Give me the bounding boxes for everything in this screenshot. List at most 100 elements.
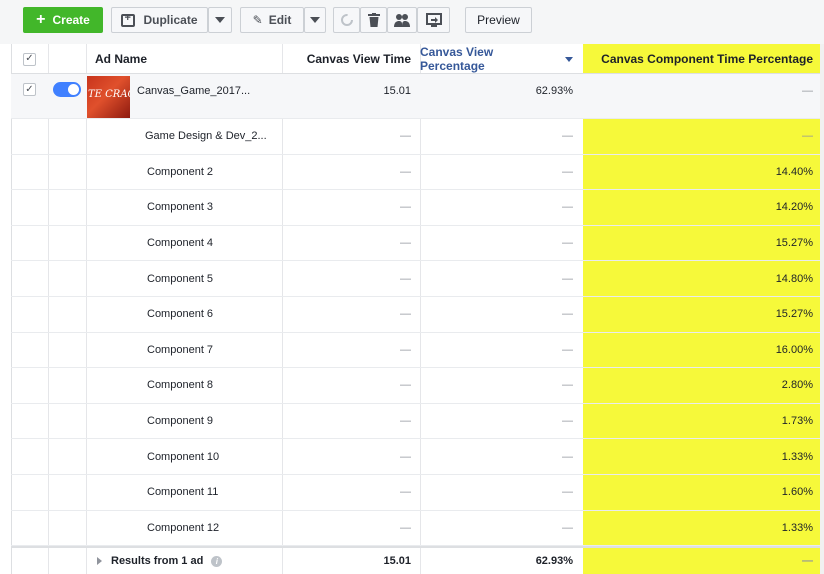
table-row[interactable]: Component 8 — — 2.80%: [11, 368, 824, 404]
component-name: Component 8: [147, 379, 214, 392]
cell-canvas-view-percentage: 62.93%: [535, 85, 573, 97]
cell-canvas-component-time-percentage: 14.80%: [775, 272, 813, 285]
component-name: Component 4: [147, 237, 214, 250]
cell-canvas-view-percentage: —: [562, 450, 573, 463]
duplicate-label: Duplicate: [143, 13, 198, 27]
table-row[interactable]: Component 2 — — 14.40%: [11, 155, 824, 191]
cell-canvas-component-time-percentage: 16.00%: [775, 343, 813, 356]
duplicate-icon: [121, 12, 136, 27]
cell-canvas-view-percentage: —: [562, 343, 573, 356]
footer-canvas-component-time-percentage: —: [802, 555, 813, 567]
table-row[interactable]: Game Design & Dev_2... — — —: [11, 119, 824, 155]
cell-canvas-component-time-percentage: 1.33%: [781, 521, 813, 534]
expand-triangle-icon[interactable]: [97, 557, 102, 565]
table-row-main[interactable]: ✓ TE CRACKD Canvas_Game_2017... 15.01 62…: [11, 74, 824, 119]
cell-canvas-view-percentage: —: [562, 272, 573, 285]
cell-canvas-view-time: 15.01: [383, 85, 411, 97]
table-row[interactable]: Component 4 — — 15.27%: [11, 226, 824, 262]
refresh-button[interactable]: [333, 7, 360, 33]
cell-canvas-view-time: —: [400, 237, 411, 250]
table-row[interactable]: Component 7 — — 16.00%: [11, 333, 824, 369]
info-icon[interactable]: i: [211, 555, 223, 567]
select-all-checkbox[interactable]: ✓: [23, 52, 36, 66]
cell-canvas-component-time-percentage: —: [802, 85, 813, 97]
cell-canvas-view-time: —: [400, 308, 411, 321]
cell-canvas-view-percentage: —: [562, 130, 573, 143]
cell-canvas-component-time-percentage: 2.80%: [781, 379, 813, 392]
component-name: Component 10: [147, 450, 220, 463]
header-ad-name[interactable]: Ad Name: [95, 44, 282, 74]
header-canvas-view-percentage[interactable]: Canvas View Percentage: [420, 44, 583, 74]
table-row[interactable]: Component 10 — — 1.33%: [11, 439, 824, 475]
footer-results: Results from 1 ad i: [97, 548, 284, 574]
trash-icon: [367, 13, 380, 27]
header-canvas-view-percentage-label: Canvas View Percentage: [420, 45, 494, 73]
cell-canvas-component-time-percentage: 15.27%: [775, 308, 813, 321]
table-row[interactable]: Component 9 — — 1.73%: [11, 404, 824, 440]
cell-canvas-component-time-percentage: 1.60%: [781, 486, 813, 499]
chevron-down-icon: [215, 17, 225, 23]
duplicate-dropdown-button[interactable]: [208, 7, 232, 33]
header-canvas-view-time[interactable]: Canvas View Time: [282, 44, 420, 74]
scrollbar[interactable]: [820, 44, 824, 574]
preview-screen-button[interactable]: [417, 7, 450, 33]
cell-canvas-component-time-percentage: 15.27%: [775, 237, 813, 250]
cell-canvas-view-time: —: [400, 201, 411, 214]
chevron-down-icon: [310, 17, 320, 23]
table-row[interactable]: Component 6 — — 15.27%: [11, 297, 824, 333]
audience-button[interactable]: [387, 7, 417, 33]
component-name: Component 2: [147, 165, 214, 178]
delete-button[interactable]: [360, 7, 387, 33]
cell-canvas-view-time: —: [400, 521, 411, 534]
cell-canvas-component-time-percentage: 14.20%: [775, 201, 813, 214]
table-header: ✓ Ad Name Canvas View Time Canvas View P…: [11, 44, 824, 74]
refresh-icon: [340, 14, 353, 26]
cell-canvas-view-time: —: [400, 272, 411, 285]
table-footer: Results from 1 ad i 15.01 62.93% —: [11, 546, 824, 574]
ads-table: ✓ Ad Name Canvas View Time Canvas View P…: [11, 44, 824, 574]
create-label: Create: [52, 13, 90, 27]
component-name: Component 7: [147, 343, 214, 356]
plus-icon: +: [36, 11, 46, 28]
table-row[interactable]: Component 5 — — 14.80%: [11, 261, 824, 297]
ad-active-toggle[interactable]: [53, 82, 81, 97]
cell-canvas-component-time-percentage: 1.73%: [781, 415, 813, 428]
component-name: Component 3: [147, 201, 214, 214]
select-all-cell: ✓: [11, 44, 48, 74]
preview-label: Preview: [477, 13, 520, 27]
footer-label: Results from 1 ad: [111, 555, 204, 567]
component-name: Component 11: [147, 486, 219, 499]
edit-label: Edit: [268, 13, 292, 27]
cell-canvas-view-time: —: [400, 165, 411, 178]
cell-canvas-view-time: —: [400, 379, 411, 392]
cell-canvas-view-percentage: —: [562, 308, 573, 321]
cell-canvas-view-percentage: —: [562, 486, 573, 499]
cell-canvas-component-time-percentage: 1.33%: [781, 450, 813, 463]
cell-canvas-view-percentage: —: [562, 521, 573, 534]
footer-canvas-view-time: 15.01: [383, 555, 411, 567]
cell-canvas-view-time: —: [400, 130, 411, 143]
create-button[interactable]: + Create: [23, 7, 103, 33]
component-name: Game Design & Dev_2...: [145, 130, 267, 143]
row-checkbox[interactable]: ✓: [23, 83, 36, 96]
cell-canvas-view-time: —: [400, 486, 411, 499]
component-name: Component 9: [147, 415, 214, 428]
cell-canvas-component-time-percentage: —: [802, 130, 813, 143]
preview-button[interactable]: Preview: [465, 7, 532, 33]
table-row[interactable]: Component 12 — — 1.33%: [11, 511, 824, 547]
table-row[interactable]: Component 3 — — 14.20%: [11, 190, 824, 226]
table-row[interactable]: Component 11 — — 1.60%: [11, 475, 824, 511]
header-canvas-component-time-percentage[interactable]: Canvas Component Time Percentage: [583, 44, 824, 74]
edit-dropdown-button[interactable]: [304, 7, 326, 33]
row-checkbox-cell: ✓: [11, 74, 48, 118]
cell-canvas-view-time: —: [400, 343, 411, 356]
preview-screen-icon: [425, 13, 442, 27]
cell-canvas-view-percentage: —: [562, 379, 573, 392]
cell-canvas-view-percentage: —: [562, 237, 573, 250]
duplicate-button[interactable]: Duplicate: [111, 7, 208, 33]
cell-canvas-component-time-percentage: 14.40%: [775, 165, 813, 178]
edit-button[interactable]: ✎ Edit: [240, 7, 304, 33]
thumbnail-text: TE CRACKD: [88, 89, 130, 100]
component-name: Component 5: [147, 272, 214, 285]
cell-canvas-view-time: —: [400, 415, 411, 428]
